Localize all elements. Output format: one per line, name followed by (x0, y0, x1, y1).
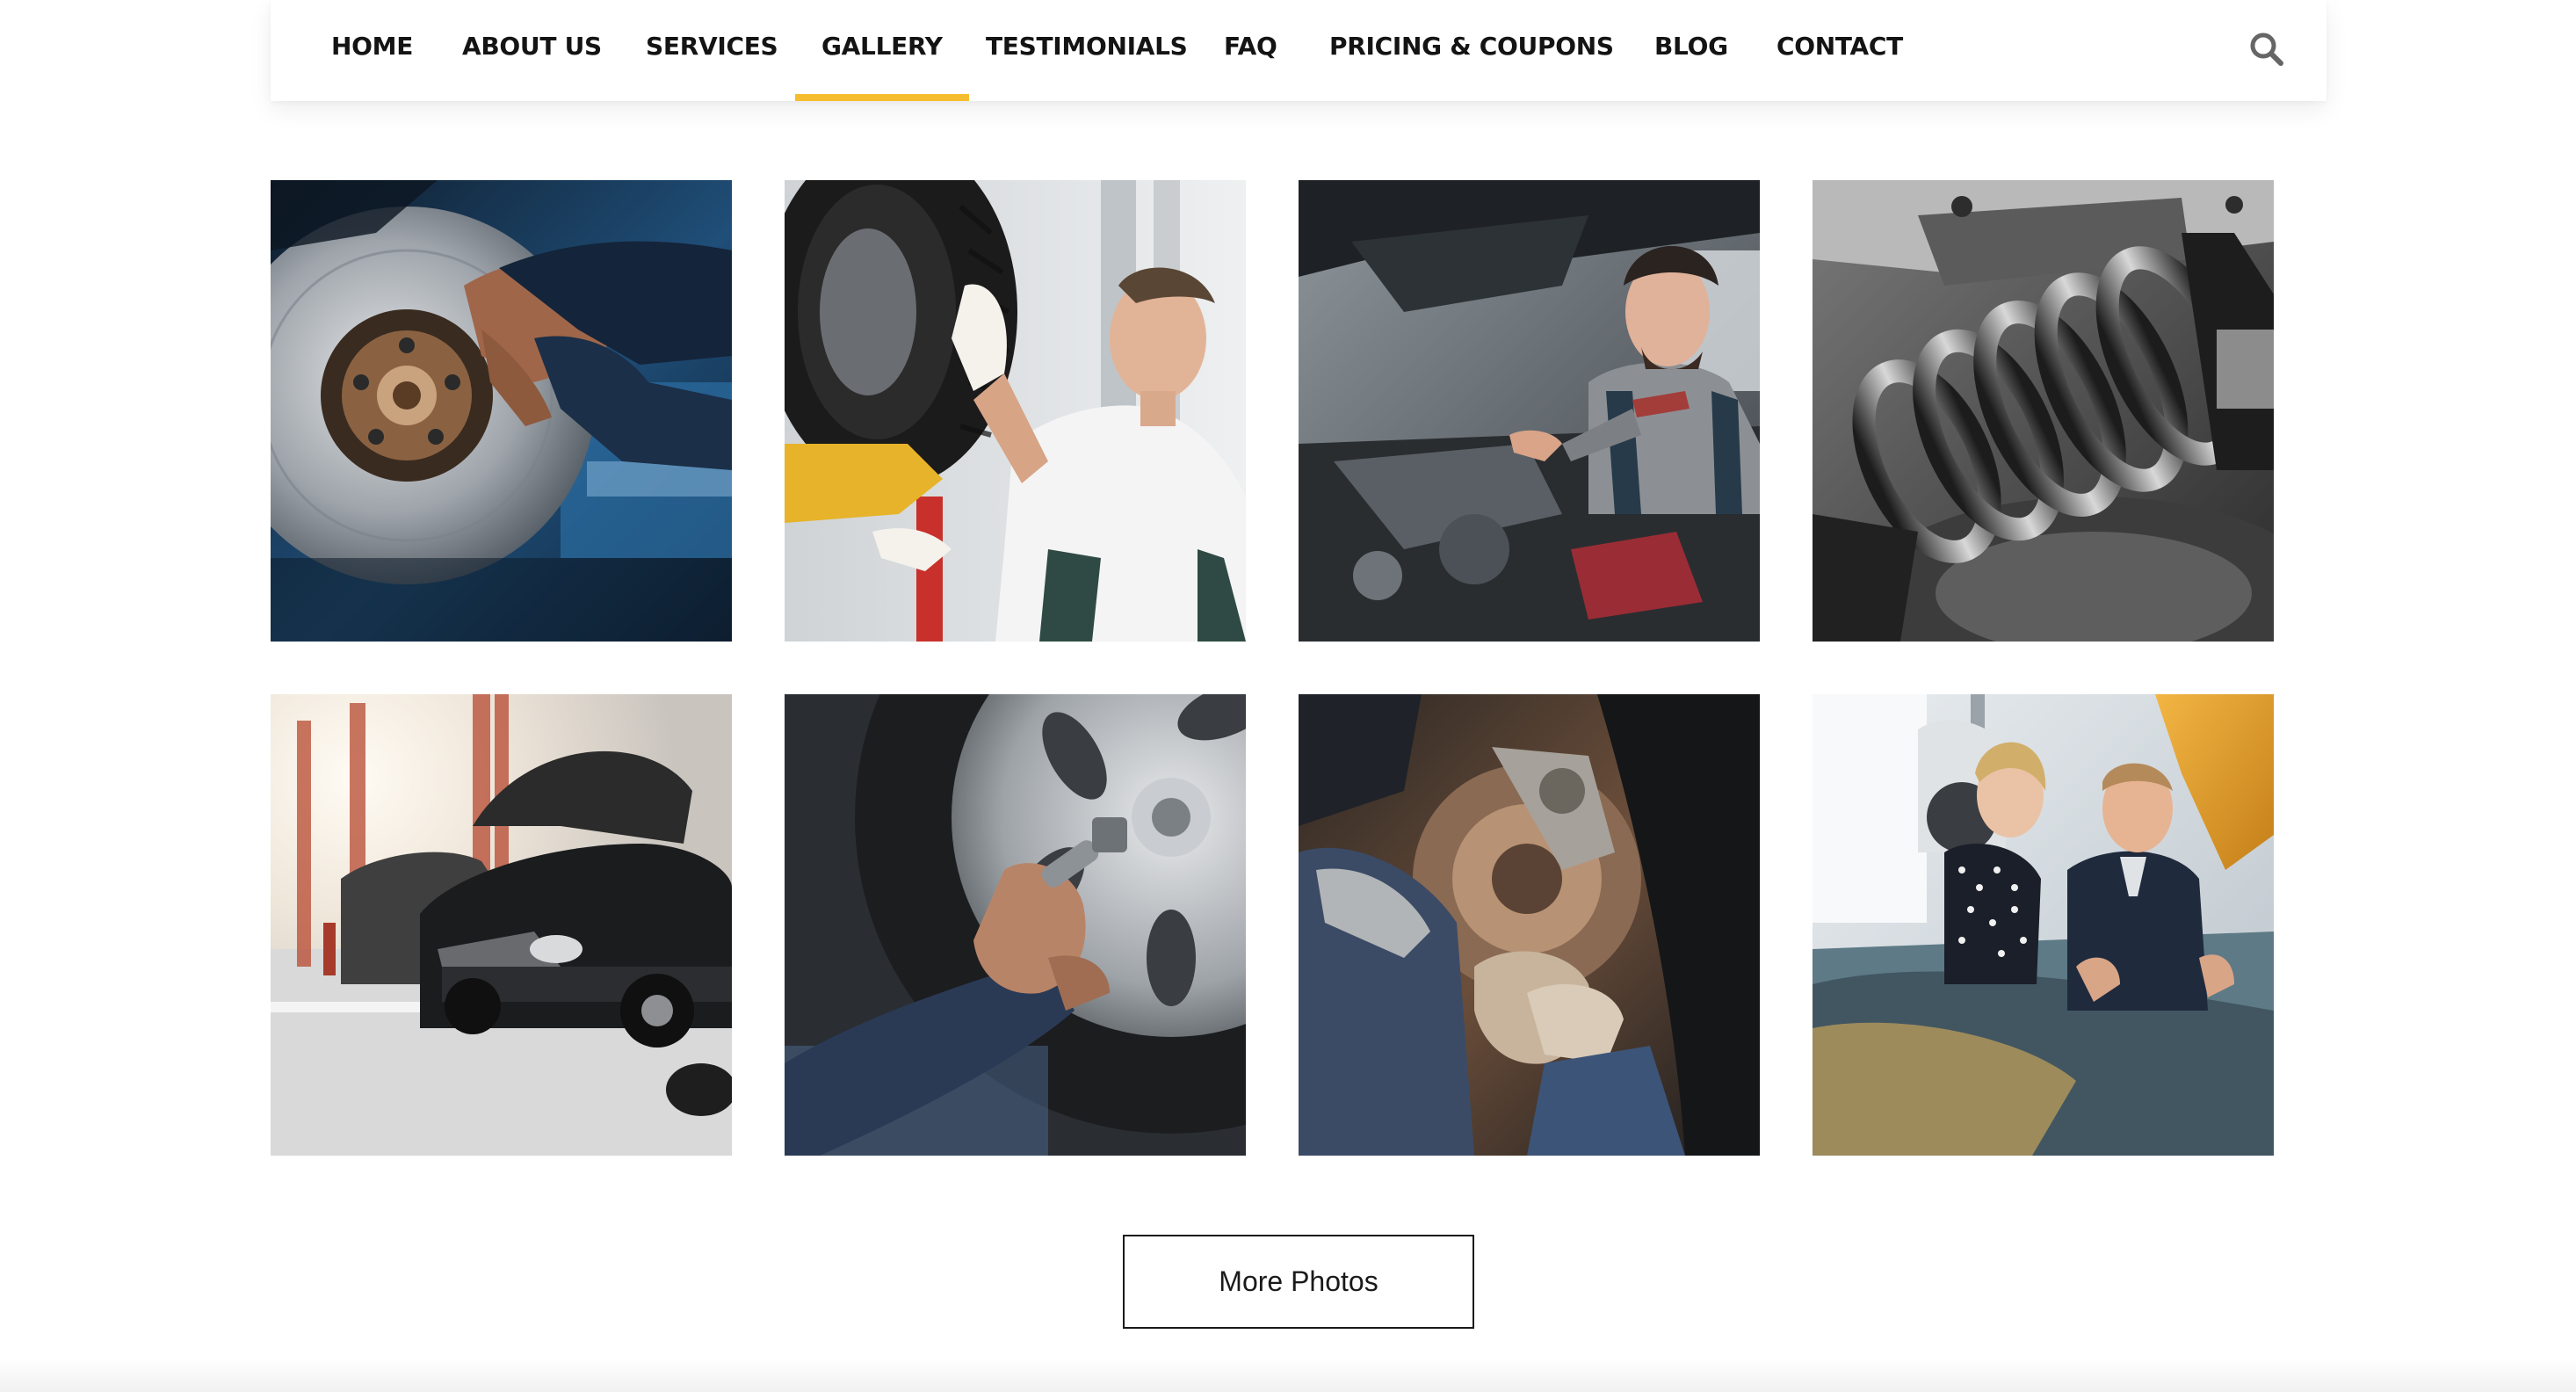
search-icon (2250, 33, 2283, 66)
gallery-photo-repair-shop[interactable] (271, 694, 732, 1156)
brake-caliper-photo (1299, 694, 1760, 1156)
gallery-photo-customer-mechanic[interactable] (1813, 694, 2274, 1156)
gallery-photo-lug-wrench[interactable] (785, 694, 1246, 1156)
gallery-photo-brake-disc[interactable] (271, 180, 732, 642)
nav-item-services[interactable]: SERVICES (646, 0, 778, 101)
customer-mechanic-photo (1813, 694, 2274, 1156)
gallery-photo-mechanic-engine[interactable] (1299, 180, 1760, 642)
main-navbar: HOME ABOUT US SERVICES GALLERY TESTIMONI… (271, 0, 2326, 101)
repair-shop-photo (271, 694, 732, 1156)
nav-item-gallery[interactable]: GALLERY (795, 0, 969, 101)
nav-item-about-us[interactable]: ABOUT US (462, 0, 602, 101)
footer-edge (0, 1358, 2576, 1392)
nav-item-contact[interactable]: CONTACT (1776, 0, 1903, 101)
more-photos-button[interactable]: More Photos (1123, 1235, 1474, 1329)
mechanic-tire-photo (785, 180, 1246, 642)
nav-item-faq[interactable]: FAQ (1224, 0, 1277, 101)
active-tab-indicator (795, 94, 969, 101)
nav-item-testimonials[interactable]: TESTIMONIALS (986, 0, 1188, 101)
lug-wrench-photo (785, 694, 1246, 1156)
gallery-photo-brake-caliper[interactable] (1299, 694, 1760, 1156)
shock-absorber-photo (1813, 180, 2274, 642)
gallery-photo-shock-absorber[interactable] (1813, 180, 2274, 642)
mechanic-engine-photo (1299, 180, 1760, 642)
nav-item-blog[interactable]: BLOG (1654, 0, 1728, 101)
brake-disc-photo (271, 180, 732, 642)
nav-item-pricing-coupons[interactable]: PRICING & COUPONS (1329, 0, 1614, 101)
photo-gallery (271, 180, 2274, 1156)
gallery-photo-mechanic-tire[interactable] (785, 180, 1246, 642)
search-button[interactable] (2246, 28, 2288, 70)
nav-item-home[interactable]: HOME (331, 0, 413, 101)
